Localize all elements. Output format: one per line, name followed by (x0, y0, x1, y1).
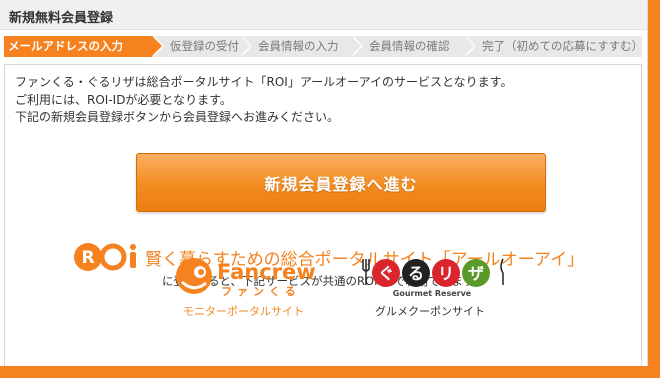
step-member-info-confirm: 会員情報の確認 (351, 36, 476, 57)
page-title: 新規無料会員登録 (0, 0, 647, 30)
gururiza-char-4: ザ (468, 264, 484, 283)
gururiza-logo[interactable]: ぐ る リ ザ Gourmet Reserve (360, 253, 510, 298)
intro-line-3: 下記の新規会員登録ボタンから会員登録へお進みください。 (15, 110, 340, 124)
step-member-info-input: 会員情報の入力 (240, 36, 363, 57)
intro-text: ファンくる・ぐるリザは総合ポータルサイト「ROI」アールオーアイのサービスとなり… (15, 74, 513, 127)
intro-line-1: ファンくる・ぐるリザは総合ポータルサイト「ROI」アールオーアイのサービスとなり… (15, 75, 513, 89)
step-provisional-accept: 仮登録の受付 (152, 36, 252, 57)
fancrew-logo-jp: ファンくる (221, 285, 301, 298)
fancrew-logo[interactable]: Fancrew ファンくる (174, 253, 322, 298)
gururiza-logo-sub: Gourmet Reserve (393, 289, 472, 298)
gururiza-char-3: リ (438, 264, 454, 283)
gururiza-char-2: る (408, 264, 424, 283)
intro-line-2: ご利用には、ROI-IDが必要となります。 (15, 92, 232, 107)
step-complete: 完了（初めての応募にすすむ） (464, 36, 643, 57)
gururiza-char-1: ぐ (378, 264, 394, 283)
fancrew-logo-en: Fancrew (217, 260, 316, 284)
registration-panel: 新規無料会員登録 メールアドレスの入力 仮登録の受付 会員情報の入力 会員情報の… (0, 0, 648, 366)
new-member-registration-button[interactable]: 新規会員登録へ進む (136, 153, 546, 212)
roi-logo[interactable]: R (73, 242, 141, 272)
gururiza-caption: グルメクーポンサイト (375, 305, 485, 318)
fancrew-caption: モニターポータルサイト (183, 305, 304, 318)
svg-text:R: R (81, 248, 94, 268)
step-email-input: メールアドレスの入力 (4, 36, 164, 57)
step-progress-bar: メールアドレスの入力 仮登録の受付 会員情報の入力 会員情報の確認 完了（初めて… (4, 36, 643, 57)
content-box: ファンくる・ぐるリザは総合ポータルサイト「ROI」アールオーアイのサービスとなり… (4, 64, 642, 366)
